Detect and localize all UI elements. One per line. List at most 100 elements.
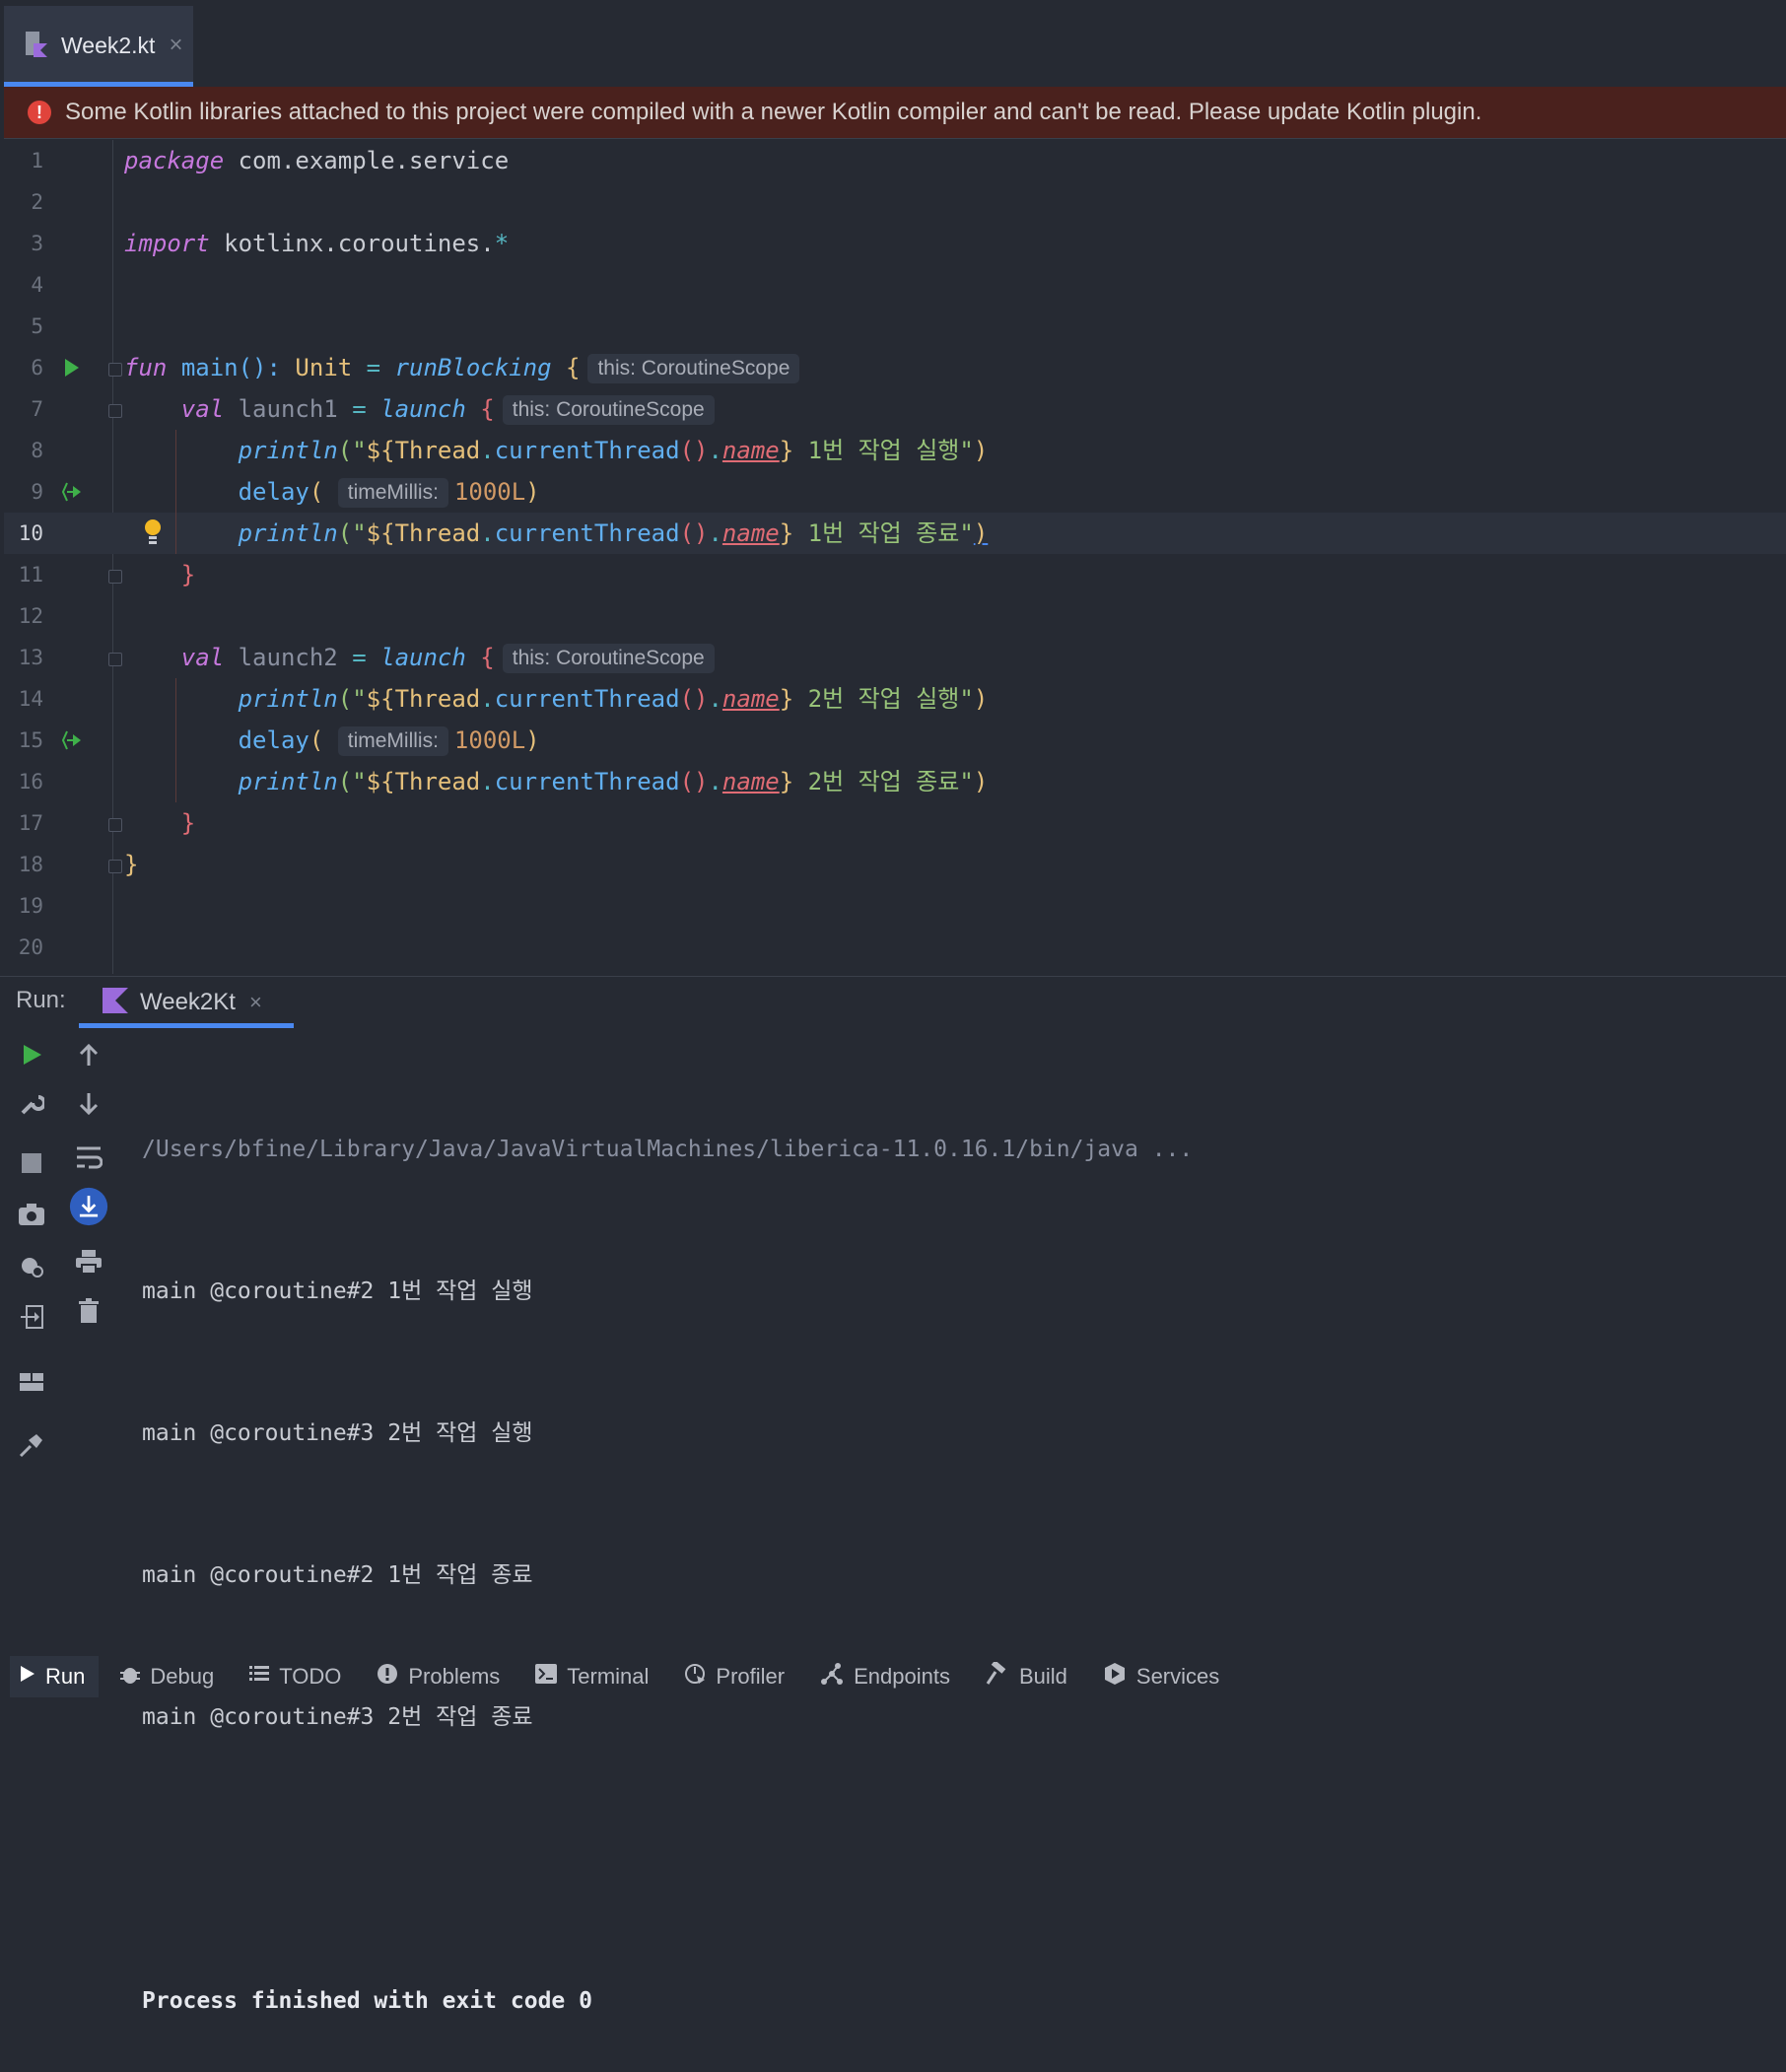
fold-marker[interactable] [108,860,122,873]
paren: ) [973,685,989,713]
tab-label: Week2.kt [61,32,156,58]
number-literal: 1000L [453,478,526,506]
template: } [779,685,794,713]
fold-marker[interactable] [108,653,122,666]
console-line: main @coroutine#3 2번 작업 실행 [142,1420,533,1446]
function-call: runBlocking [394,354,552,381]
keyword: package [124,147,225,174]
function-call: println [238,768,338,795]
tool-services-button[interactable]: Services [1093,1656,1233,1697]
indent-guide [175,430,176,554]
line-number: 4 [31,273,43,297]
code-line: 3 import kotlinx.coroutines.* [4,223,1786,264]
tab-close-icon[interactable]: × [169,32,182,59]
property: name [721,519,780,547]
tab-week2-kt[interactable]: Week2.kt × [4,6,193,87]
operator: . [708,437,722,464]
arrow-up-icon[interactable] [69,1035,108,1074]
template: ${ [366,519,395,547]
line-number: 10 [18,521,43,545]
template: } [779,519,794,547]
line-number: 1 [31,149,43,173]
parameter-hint: timeMillis: [337,478,448,508]
line-number: 2 [31,190,43,214]
line-number: 3 [31,232,43,255]
wrench-icon[interactable] [12,1084,51,1124]
print-icon[interactable] [69,1242,108,1281]
fold-marker[interactable] [108,363,122,377]
paren: ( [309,726,324,754]
tool-todo-button[interactable]: TODO [240,1656,355,1697]
camera-icon[interactable] [12,1195,51,1234]
fold-marker[interactable] [108,404,122,418]
exit-icon[interactable] [12,1297,51,1337]
services-icon [1103,1662,1127,1692]
scroll-to-end-icon[interactable] [69,1187,108,1226]
string: 1번 작업 실행" [793,437,974,464]
tool-endpoints-button[interactable]: Endpoints [810,1656,964,1697]
parens: () [679,437,709,464]
rerun-icon[interactable] [12,1035,51,1074]
trash-icon[interactable] [69,1291,108,1331]
variable-name: launch1 [238,395,338,423]
tool-build-button[interactable]: Build [976,1656,1081,1697]
parens: (): [238,354,281,381]
error-icon: ! [28,101,51,124]
line-number: 9 [31,480,43,504]
run-gutter-icon[interactable] [61,357,83,379]
function-call: delay [238,478,309,506]
tool-debug-button[interactable]: Debug [110,1656,228,1697]
fold-marker[interactable] [108,570,122,584]
inlay-hint: this: CoroutineScope [587,354,800,383]
run-tab-indicator [79,1023,294,1028]
string: 1번 작업 종료" [793,519,974,547]
template: ${ [366,437,395,464]
operator: = [366,354,381,381]
code-line: 11 } [4,554,1786,595]
operator: . [480,437,495,464]
line-number: 18 [18,853,43,876]
import-name: kotlinx.coroutines. [224,230,495,257]
fold-marker[interactable] [108,818,122,832]
console-output[interactable]: /Users/bfine/Library/Java/JavaVirtualMac… [142,1031,1193,2072]
template: } [779,437,794,464]
run-panel-header: Run: Week2Kt × [0,976,1786,1028]
console-line-exit: Process finished with exit code 0 [142,1988,592,2014]
arrow-down-icon[interactable] [69,1084,108,1124]
tool-label: TODO [279,1664,342,1689]
string: 2번 작업 실행" [793,685,974,713]
kotlin-file-icon [26,30,49,61]
inlay-hint: this: CoroutineScope [502,644,715,673]
stop-icon[interactable] [12,1143,51,1183]
soft-wrap-icon[interactable] [69,1138,108,1177]
line-number: 5 [31,314,43,338]
indent-guide [175,678,176,802]
function-call: println [238,519,338,547]
run-tab-week2kt[interactable]: Week2Kt × [79,977,294,1028]
code-line: 8 println("${Thread.currentThread().name… [4,430,1786,471]
code-line: 15 delay( timeMillis: 1000L) [4,720,1786,761]
brace: { [480,644,495,671]
profiler-icon [684,1663,706,1691]
string: (" [337,685,367,713]
tool-label: Build [1018,1664,1067,1689]
code-line: 17 } [4,802,1786,844]
error-banner: ! Some Kotlin libraries attached to this… [4,87,1786,139]
method-call: currentThread [494,685,680,713]
layout-icon[interactable] [12,1362,51,1402]
pin-icon[interactable] [12,1425,51,1465]
method-call: currentThread [494,519,680,547]
suspend-call-icon [61,729,83,751]
function-call: launch [380,395,466,423]
run-tab-close-icon[interactable]: × [249,990,262,1015]
tool-problems-button[interactable]: Problems [367,1656,514,1697]
code-editor[interactable]: 1 package com.example.service 2 3 import… [4,140,1786,974]
code-line: 12 [4,595,1786,637]
tool-terminal-button[interactable]: Terminal [525,1656,662,1697]
code-line: 9 delay( timeMillis: 1000L) [4,471,1786,513]
property: name [721,768,780,795]
tool-profiler-button[interactable]: Profiler [674,1656,798,1697]
debug-settings-icon[interactable] [12,1246,51,1285]
tool-run-button[interactable]: Run [10,1656,100,1697]
